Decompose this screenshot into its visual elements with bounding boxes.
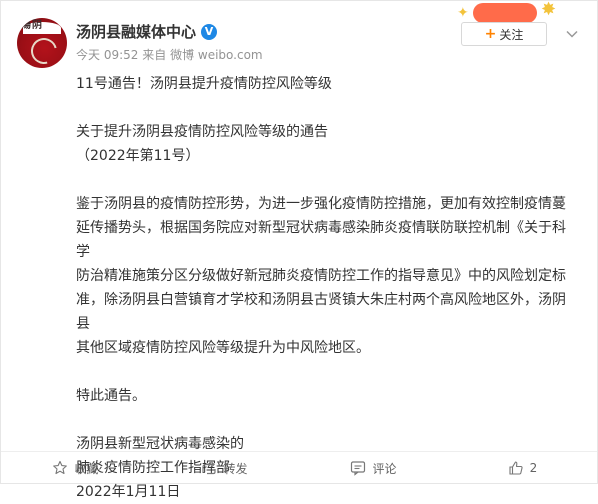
collect-label: 收藏 [74,461,99,476]
like-button[interactable]: 2 [448,452,597,484]
notice-number: （2022年第11号） [76,148,200,164]
sun-icon: ✸ [541,0,557,20]
chevron-down-icon[interactable] [565,27,579,41]
notice-title: 关于提升汤阴县疫情防控风险等级的通告 [76,124,328,140]
paragraph-line: 防治精准施策分区分级做好新冠肺炎疫情防控工作的指导意见》中的风险划定标 [76,268,566,284]
post-source: 微博 weibo.com [170,48,263,62]
follow-label: 关注 [499,27,524,42]
source-prefix: 来自 [142,48,167,62]
comment-button[interactable]: 评论 [299,452,448,484]
avatar-seal-text: 湯阴 [21,20,43,31]
avatar-swirl [26,33,62,68]
post-content: 11号通告！汤阴县提升疫情防控风险等级 关于提升汤阴县疫情防控风险等级的通告 （… [76,72,576,504]
weibo-post-card: 湯阴 汤阴县融媒体中心 V 今天 09:52 来自 微博 weibo.com ✦… [0,0,598,500]
post-time[interactable]: 今天 09:52 [76,48,138,62]
verified-badge-icon: V [201,23,218,40]
comment-label: 评论 [372,461,397,476]
repost-button[interactable]: 转发 [150,452,299,484]
festive-ribbon [473,3,537,23]
paragraph-line: 延传播势头，根据国务院应对新型冠状病毒感染肺炎疫情联防联控机制《关于科学 [76,220,566,260]
avatar[interactable]: 湯阴 [17,18,67,68]
repost-icon [202,461,217,475]
post-title: 11号通告！汤阴县提升疫情防控风险等级 [76,76,332,92]
star-icon: ✦ [457,5,469,21]
repost-label: 转发 [223,461,248,476]
closing-text: 特此通告。 [76,388,146,404]
like-count: 2 [529,461,538,475]
collect-button[interactable]: 收藏 [1,452,150,484]
post-meta: 今天 09:52 来自 微博 weibo.com [76,46,263,63]
author-name-row: 汤阴县融媒体中心 V [76,21,218,42]
author-name[interactable]: 汤阴县融媒体中心 [76,21,196,42]
paragraph-line: 鉴于汤阴县的疫情防控形势，为进一步强化疫情防控措施，更加有效控制疫情蔓 [76,196,566,212]
thumbs-up-icon [509,461,523,475]
star-outline-icon [53,460,68,475]
paragraph-line: 其他区域疫情防控风险等级提升为中风险地区。 [76,340,370,356]
action-bar: 收藏 转发 评论 2 [1,451,597,484]
paragraph-line: 准，除汤阴县白营镇育才学校和汤阴县古贤镇大朱庄村两个高风险地区外，汤阴县 [76,292,566,332]
follow-button[interactable]: + 关注 [461,22,547,46]
comment-icon [351,461,366,476]
plus-icon: + [484,26,497,42]
